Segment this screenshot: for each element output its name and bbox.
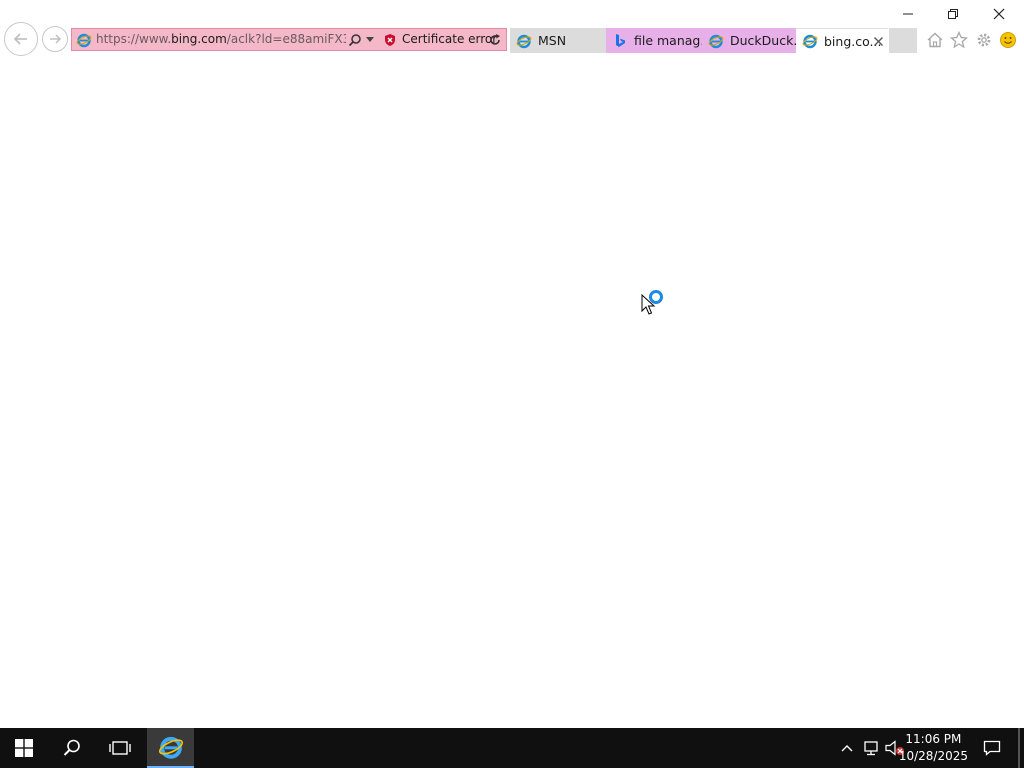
tab-label: DuckDuck...	[730, 33, 796, 48]
url-prefix: https://www.	[96, 32, 172, 46]
tab-file-manager[interactable]: file manag...	[606, 28, 702, 53]
show-hidden-icons-button[interactable]	[836, 728, 858, 768]
back-button[interactable]	[4, 22, 38, 56]
ie-icon	[802, 34, 818, 49]
refresh-icon[interactable]	[488, 33, 502, 47]
favorites-button[interactable]	[948, 29, 970, 51]
tab-duckduckgo[interactable]: DuckDuck...	[702, 28, 796, 53]
minimize-icon	[903, 13, 913, 15]
tab-label: bing.co...	[824, 33, 882, 49]
tab-bing-active[interactable]: bing.co...	[796, 28, 888, 53]
ie-icon	[708, 34, 724, 48]
action-center-button[interactable]	[978, 728, 1006, 768]
close-button[interactable]	[976, 0, 1022, 28]
back-arrow-icon	[13, 33, 27, 45]
restore-icon	[948, 9, 958, 19]
clock-time: 11:06 PM	[905, 732, 962, 746]
tab-msn[interactable]: MSN	[510, 28, 606, 53]
star-icon	[950, 31, 968, 49]
gear-icon	[977, 33, 991, 47]
smiley-icon	[1000, 32, 1016, 48]
forward-button[interactable]	[42, 26, 68, 52]
minimize-button[interactable]	[885, 0, 931, 28]
start-button[interactable]	[0, 728, 48, 768]
restore-button[interactable]	[930, 0, 976, 28]
task-view-icon	[109, 741, 131, 755]
clock-date: 10/28/2025	[898, 749, 968, 763]
ie-icon	[158, 736, 183, 759]
ie-icon	[76, 33, 92, 48]
browser-chrome: https://www.bing.com/aclk?ld=e88amiFX3eU…	[0, 0, 1024, 56]
network-icon	[864, 741, 878, 756]
new-tab-button[interactable]	[889, 28, 917, 53]
taskbar-search-button[interactable]	[48, 728, 96, 768]
network-button[interactable]	[860, 728, 882, 768]
ie-icon	[516, 34, 532, 48]
busy-cursor-icon	[641, 290, 663, 315]
tab-label: MSN	[538, 33, 567, 48]
tab-label: file manag...	[634, 33, 702, 48]
chevron-down-icon[interactable]	[366, 37, 374, 43]
chevron-up-icon	[841, 745, 853, 752]
url-path: /aclk?ld=e88amiFX3eUk	[226, 32, 346, 46]
home-icon	[927, 32, 943, 48]
task-view-button[interactable]	[96, 728, 144, 768]
settings-button[interactable]	[973, 29, 995, 51]
home-button[interactable]	[924, 29, 946, 51]
taskbar-clock[interactable]: 11:06 PM 10/28/2025	[899, 731, 968, 765]
taskbar-ie-button[interactable]	[147, 728, 194, 768]
show-desktop-button[interactable]	[1018, 728, 1020, 768]
certificate-error-icon[interactable]	[383, 33, 397, 47]
forward-arrow-icon	[50, 34, 61, 44]
page-content[interactable]	[0, 56, 1024, 728]
search-icon	[63, 739, 80, 756]
windows-start-icon	[15, 739, 33, 757]
taskbar: 11:06 PM 10/28/2025	[0, 728, 1024, 768]
feedback-button[interactable]	[997, 29, 1019, 51]
bing-icon	[616, 33, 625, 47]
search-icon[interactable]	[348, 33, 362, 47]
close-icon	[993, 8, 1005, 20]
certificate-error-label[interactable]: Certificate error	[402, 32, 497, 46]
url-domain: bing.com	[171, 32, 227, 46]
address-bar[interactable]: https://www.bing.com/aclk?ld=e88amiFX3eU…	[71, 28, 507, 51]
notification-icon	[983, 740, 1001, 756]
url-text[interactable]: https://www.bing.com/aclk?ld=e88amiFX3eU…	[96, 32, 346, 46]
close-tab-icon[interactable]	[874, 37, 883, 46]
